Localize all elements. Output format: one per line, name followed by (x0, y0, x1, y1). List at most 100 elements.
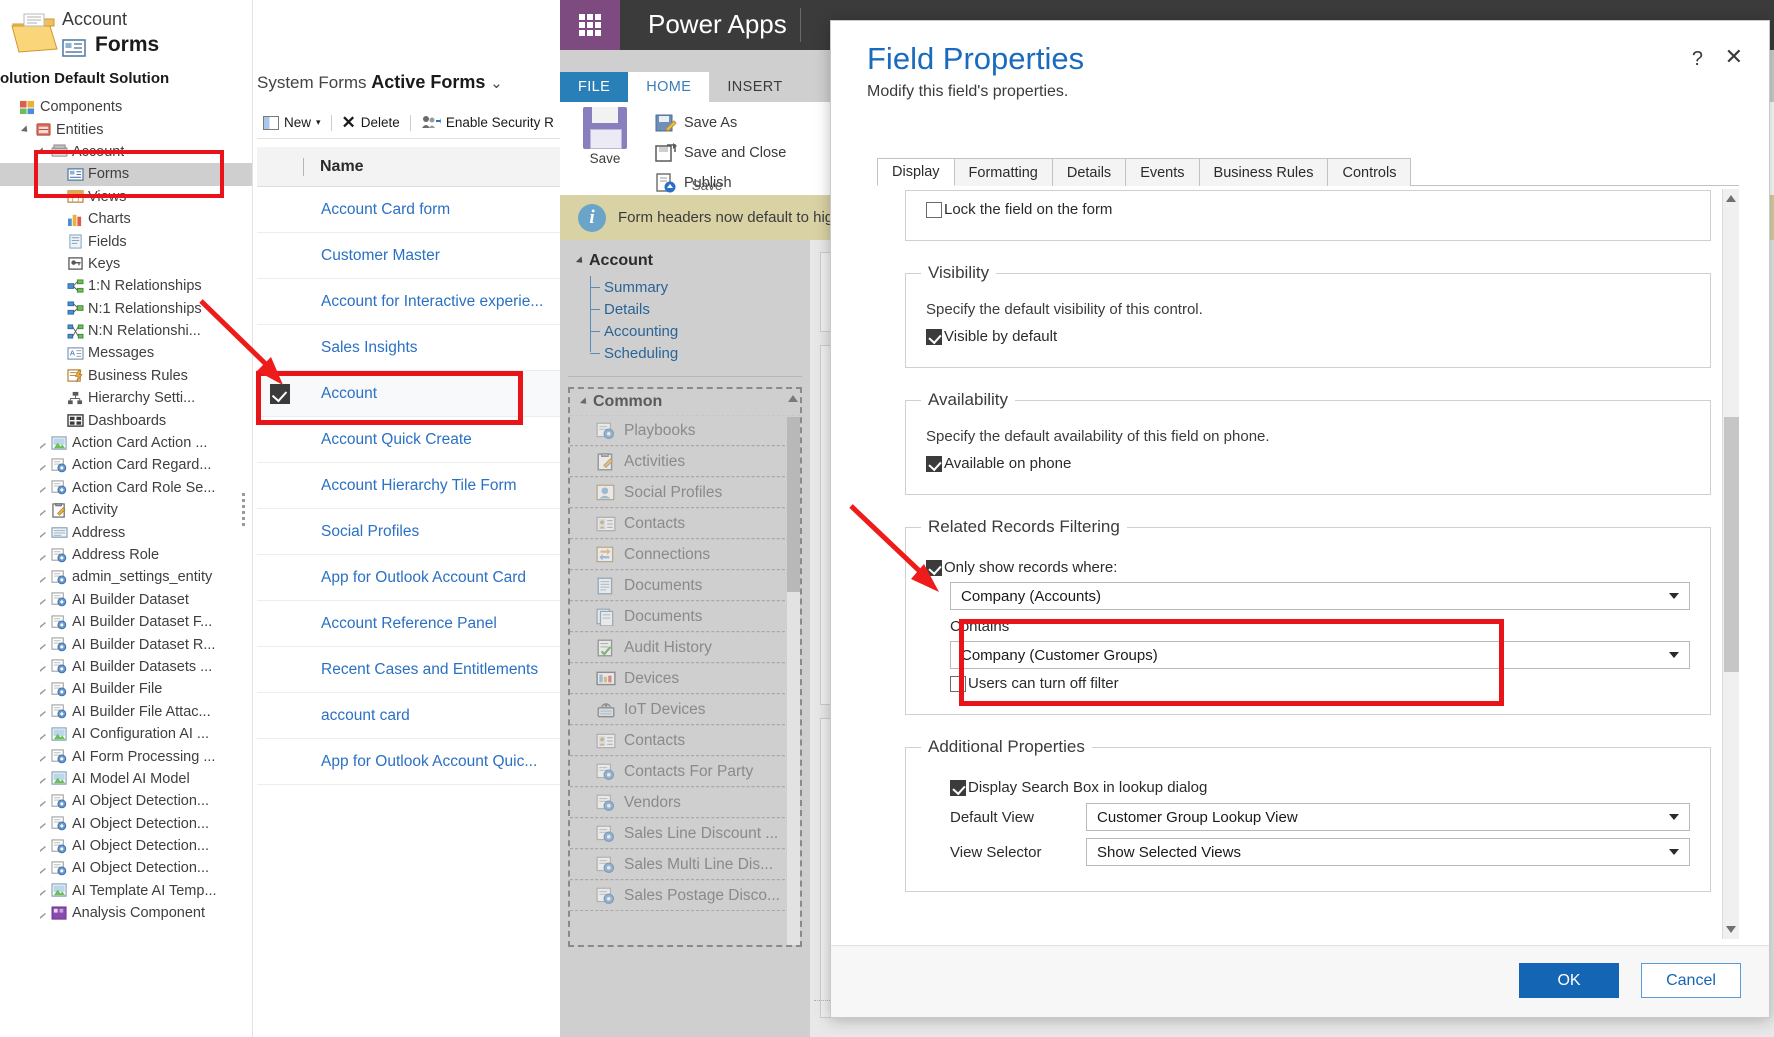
chevron-right-icon[interactable] (38, 885, 49, 897)
chevron-right-icon[interactable] (38, 639, 49, 651)
chevron-right-icon[interactable] (38, 460, 49, 471)
tree-item-ai-builder-file[interactable]: AI Builder File (0, 678, 268, 700)
form-nav-item-details[interactable]: Details (590, 298, 810, 320)
tree-item-views[interactable]: Views (0, 186, 268, 208)
form-nav-item-summary[interactable]: Summary (590, 276, 810, 298)
form-nav-common-item[interactable]: Sales Line Discount ... (570, 818, 800, 849)
tree-item-action-card-action[interactable]: Action Card Action ... (0, 432, 268, 454)
form-nav-common-item[interactable]: Contacts For Party (570, 756, 800, 787)
form-nav-common-item[interactable]: Sales Postage Disco... (570, 880, 800, 911)
tree-item-messages[interactable]: A Messages (0, 342, 268, 364)
tree-item-n-1-relationships[interactable]: N:1 Relationships (0, 298, 268, 320)
only-show-records-row[interactable]: Only show records where: (926, 559, 1690, 576)
table-row[interactable]: Social Profiles (257, 509, 570, 555)
panel-resize-handle[interactable] (239, 490, 247, 526)
form-nav-common-item[interactable]: Contacts (570, 725, 800, 756)
chevron-right-icon[interactable] (38, 505, 49, 516)
form-name-link[interactable]: Social Profiles (321, 523, 419, 541)
form-name-link[interactable]: account card (321, 707, 410, 725)
tree-item-keys[interactable]: Keys (0, 253, 268, 275)
delete-button[interactable]: ✕ Delete (336, 114, 406, 131)
form-nav-common-item[interactable]: Social Profiles (570, 477, 800, 508)
help-icon[interactable]: ? (1692, 48, 1703, 71)
tree-item-forms[interactable]: Forms (0, 163, 268, 186)
form-nav-common-item[interactable]: Sales Multi Line Dis... (570, 849, 800, 880)
tree-item-ai-object-detection[interactable]: AI Object Detection... (0, 857, 268, 879)
form-nav-common-item[interactable]: Connections (570, 539, 800, 570)
chevron-right-icon[interactable] (38, 594, 49, 606)
form-nav-common-item[interactable]: Playbooks (570, 415, 800, 446)
form-name-link[interactable]: App for Outlook Account Card (321, 569, 526, 587)
form-nav-item-accounting[interactable]: Accounting (590, 320, 810, 342)
tree-item-ai-model-ai-model[interactable]: AI Model AI Model (0, 768, 268, 790)
filter-target-select[interactable]: Company (Customer Groups) (950, 641, 1690, 669)
table-row[interactable]: App for Outlook Account Card (257, 555, 570, 601)
table-row[interactable]: Account Hierarchy Tile Form (257, 463, 570, 509)
chevron-right-icon[interactable] (38, 617, 49, 628)
available-on-phone-checkbox[interactable] (926, 455, 942, 472)
tree-item-components[interactable]: Components (0, 96, 268, 118)
form-nav-common-item[interactable]: Contacts (570, 508, 800, 539)
tree-item-address-role[interactable]: Address Role (0, 544, 268, 566)
form-nav-common-items[interactable]: Playbooks Activities Social Profiles Contac… (570, 415, 800, 911)
tree-item-ai-object-detection[interactable]: AI Object Detection... (0, 813, 268, 835)
form-nav-scrollbar[interactable] (787, 417, 800, 945)
table-row[interactable]: Recent Cases and Entitlements (257, 647, 570, 693)
form-nav-account-items[interactable]: Summary Details Accounting Scheduling (590, 276, 810, 364)
tree-item-admin-settings-entity[interactable]: admin_settings_entity (0, 566, 268, 588)
tree-item-entities[interactable]: Entities (0, 118, 268, 140)
table-row[interactable]: Sales Insights (257, 325, 570, 371)
chevron-right-icon[interactable] (38, 863, 49, 874)
tree-item-analysis-component[interactable]: Analysis Component (0, 902, 268, 924)
lock-field-checkbox-row[interactable]: Lock the field on the form (926, 201, 1690, 218)
form-name-link[interactable]: Account Card form (321, 201, 450, 219)
tree-item-ai-builder-dataset-r[interactable]: AI Builder Dataset R... (0, 633, 268, 655)
breadcrumb-active-forms[interactable]: Active Forms (371, 72, 485, 92)
chevron-right-icon[interactable] (38, 684, 49, 695)
save-and-close-button[interactable]: Save and Close (655, 138, 786, 168)
chevron-right-icon[interactable] (38, 818, 49, 830)
tree-item-business-rules[interactable]: Business Rules (0, 365, 268, 387)
chevron-right-icon[interactable] (38, 550, 49, 561)
available-on-phone-row[interactable]: Available on phone (926, 455, 1690, 472)
tree-item-ai-builder-dataset-f[interactable]: AI Builder Dataset F... (0, 611, 268, 633)
form-nav-common-item[interactable]: IoT Devices (570, 694, 800, 725)
chevron-right-icon[interactable] (38, 729, 49, 740)
table-row[interactable]: account card (257, 693, 570, 739)
users-turn-off-filter-checkbox[interactable] (950, 675, 966, 692)
chevron-right-icon[interactable] (38, 841, 49, 852)
dialog-tab-details[interactable]: Details (1051, 158, 1127, 186)
ribbon-tab-home[interactable]: HOME (628, 72, 710, 102)
chevron-down-icon[interactable] (22, 124, 33, 135)
lock-field-checkbox[interactable] (926, 201, 942, 218)
enable-security-roles-button[interactable]: Enable Security R (415, 115, 560, 130)
form-nav-item-scheduling[interactable]: Scheduling (590, 342, 810, 364)
dialog-scroll-thumb[interactable] (1724, 417, 1739, 672)
form-name-link[interactable]: Account Hierarchy Tile Form (321, 477, 517, 495)
chevron-right-icon[interactable] (38, 572, 49, 583)
tree-item-ai-builder-file-attac[interactable]: AI Builder File Attac... (0, 701, 268, 723)
chevron-down-icon[interactable] (38, 146, 49, 157)
chevron-right-icon[interactable] (38, 773, 49, 785)
column-header-name[interactable]: Name (320, 158, 364, 176)
app-launcher-icon[interactable] (560, 0, 620, 50)
dialog-tab-display[interactable]: Display (877, 158, 955, 186)
form-nav-common-item[interactable]: Devices (570, 663, 800, 694)
filter-source-select[interactable]: Company (Accounts) (950, 582, 1690, 610)
chevron-right-icon[interactable] (38, 527, 49, 539)
form-name-link[interactable]: Account Quick Create (321, 431, 472, 449)
tree-item-ai-object-detection[interactable]: AI Object Detection... (0, 835, 268, 857)
cancel-button[interactable]: Cancel (1641, 963, 1741, 998)
view-selector-select[interactable]: Show Selected Views (1086, 838, 1690, 866)
form-name-link[interactable]: Sales Insights (321, 339, 418, 357)
form-name-link[interactable]: Recent Cases and Entitlements (321, 661, 538, 679)
table-row[interactable]: Account Reference Panel (257, 601, 570, 647)
only-show-records-checkbox[interactable] (926, 559, 942, 576)
tree-item-ai-builder-dataset[interactable]: AI Builder Dataset (0, 589, 268, 611)
table-row[interactable]: Account for Interactive experie... (257, 279, 570, 325)
form-name-link[interactable]: Account Reference Panel (321, 615, 497, 633)
chevron-right-icon[interactable] (38, 751, 49, 763)
table-row[interactable]: Account (257, 371, 570, 417)
tree-item-account[interactable]: Account (0, 141, 268, 163)
table-row[interactable]: Customer Master (257, 233, 570, 279)
